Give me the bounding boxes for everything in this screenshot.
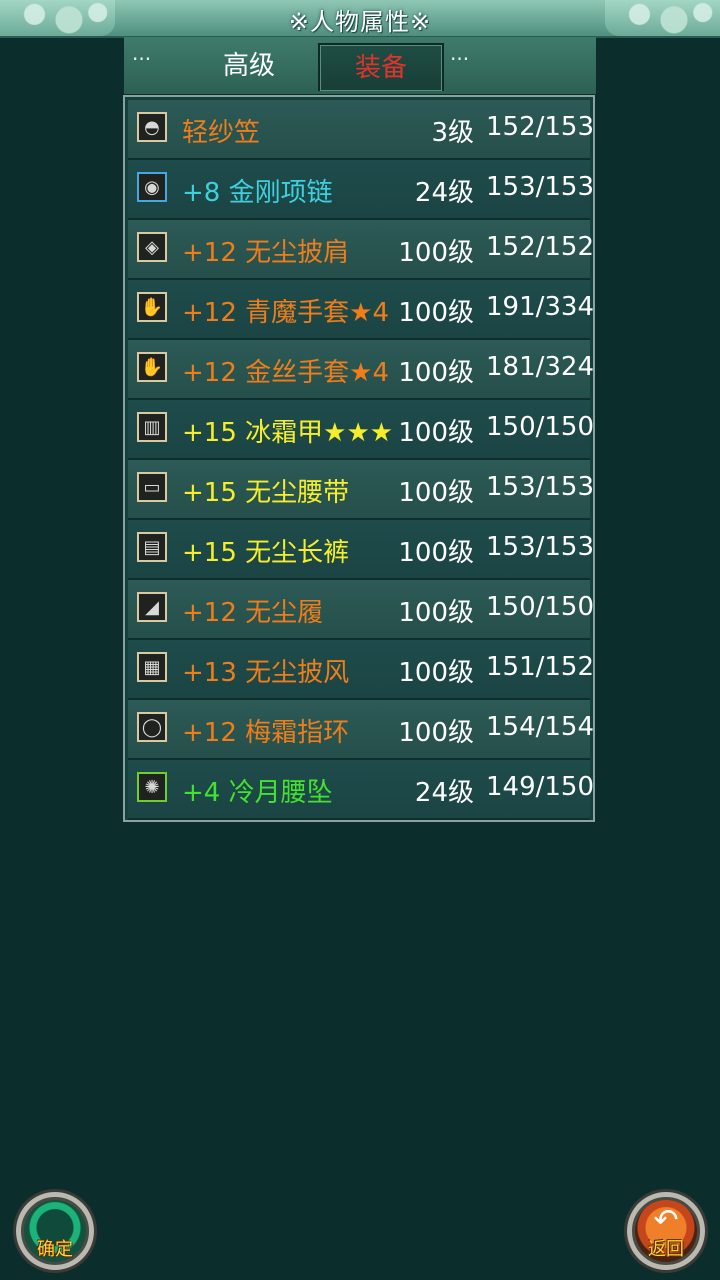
armor-icon: ▥	[137, 412, 167, 442]
equipment-name: +12 无尘履	[182, 598, 324, 628]
equipment-durability: 152/153	[485, 112, 594, 142]
equipment-list: ◓ 轻纱笠 3级 152/153 ◉ +8 金刚项链 24级 153/153 ◈…	[123, 95, 595, 822]
equipment-level: 100级	[398, 418, 474, 448]
equipment-name: +12 梅霜指环	[182, 718, 350, 748]
title-bar: ※人物属性※	[0, 0, 720, 38]
equipment-durability: 150/150	[485, 592, 594, 622]
equipment-name: +12 金丝手套★4	[182, 358, 389, 388]
tab-dots-left: ···	[132, 47, 152, 71]
equipment-row[interactable]: ◯ +12 梅霜指环 100级 154/154	[128, 700, 594, 760]
confirm-button[interactable]: 确定	[16, 1192, 94, 1270]
equipment-name: +13 无尘披风	[182, 658, 350, 688]
equipment-row[interactable]: ✋ +12 金丝手套★4 100级 181/324	[128, 340, 594, 400]
equipment-durability: 154/154	[485, 712, 594, 742]
equipment-name: +12 青魔手套★4	[182, 298, 389, 328]
belt-icon: ▭	[137, 472, 167, 502]
equipment-name: +4 冷月腰坠	[182, 778, 333, 808]
equipment-level: 100级	[398, 598, 474, 628]
back-button[interactable]: ↶ 返回	[627, 1192, 705, 1270]
cloak-icon: ▦	[137, 652, 167, 682]
equipment-durability: 181/324	[485, 352, 594, 382]
equipment-level: 3级	[431, 118, 474, 148]
equipment-name: 轻纱笠	[182, 118, 261, 148]
necklace-icon: ◉	[137, 172, 167, 202]
equipment-durability: 149/150	[485, 772, 594, 802]
ring-icon: ◯	[137, 712, 167, 742]
equipment-row[interactable]: ▦ +13 无尘披风 100级 151/152	[128, 640, 594, 700]
hat-icon: ◓	[137, 112, 167, 142]
tab-bar: ··· 高级 装备 ···	[124, 37, 596, 94]
equipment-row[interactable]: ✺ +4 冷月腰坠 24级 149/150	[128, 760, 594, 820]
pants-icon: ▤	[137, 532, 167, 562]
equipment-level: 100级	[398, 238, 474, 268]
glove-icon: ✋	[137, 352, 167, 382]
equipment-durability: 191/334	[485, 292, 594, 322]
boots-icon: ◢	[137, 592, 167, 622]
equipment-name: +15 冰霜甲★★★	[182, 418, 394, 448]
tab-equipment[interactable]: 装备	[318, 43, 444, 91]
equipment-durability: 152/152	[485, 232, 594, 262]
equipment-level: 24级	[414, 778, 474, 808]
equipment-level: 100级	[398, 358, 474, 388]
confirm-label: 确定	[37, 1239, 73, 1260]
equipment-row[interactable]: ▤ +15 无尘长裤 100级 153/153	[128, 520, 594, 580]
equipment-name: +8 金刚项链	[182, 178, 333, 208]
back-label: 返回	[648, 1239, 684, 1260]
equipment-durability: 151/152	[485, 652, 594, 682]
equipment-level: 24级	[414, 178, 474, 208]
pendant-icon: ✺	[137, 772, 167, 802]
equipment-name: +15 无尘腰带	[182, 478, 350, 508]
equipment-level: 100级	[398, 298, 474, 328]
equipment-row[interactable]: ◓ 轻纱笠 3级 152/153	[128, 100, 594, 160]
equipment-row[interactable]: ✋ +12 青魔手套★4 100级 191/334	[128, 280, 594, 340]
equipment-level: 100级	[398, 658, 474, 688]
tab-advanced[interactable]: 高级	[184, 43, 314, 89]
equipment-row[interactable]: ◉ +8 金刚项链 24级 153/153	[128, 160, 594, 220]
equipment-durability: 153/153	[485, 532, 594, 562]
equipment-durability: 150/150	[485, 412, 594, 442]
equipment-name: +12 无尘披肩	[182, 238, 350, 268]
equipment-row[interactable]: ◈ +12 无尘披肩 100级 152/152	[128, 220, 594, 280]
equipment-level: 100级	[398, 538, 474, 568]
page-title: ※人物属性※	[288, 8, 432, 36]
equipment-durability: 153/153	[485, 172, 594, 202]
equipment-row[interactable]: ▭ +15 无尘腰带 100级 153/153	[128, 460, 594, 520]
tab-dots-right: ···	[450, 47, 470, 71]
equipment-row[interactable]: ▥ +15 冰霜甲★★★ 100级 150/150	[128, 400, 594, 460]
equipment-level: 100级	[398, 478, 474, 508]
equipment-durability: 153/153	[485, 472, 594, 502]
equipment-level: 100级	[398, 718, 474, 748]
equipment-name: +15 无尘长裤	[182, 538, 350, 568]
shoulder-icon: ◈	[137, 232, 167, 262]
return-arrow-icon: ↶	[653, 1203, 679, 1238]
glove-icon: ✋	[137, 292, 167, 322]
equipment-row[interactable]: ◢ +12 无尘履 100级 150/150	[128, 580, 594, 640]
